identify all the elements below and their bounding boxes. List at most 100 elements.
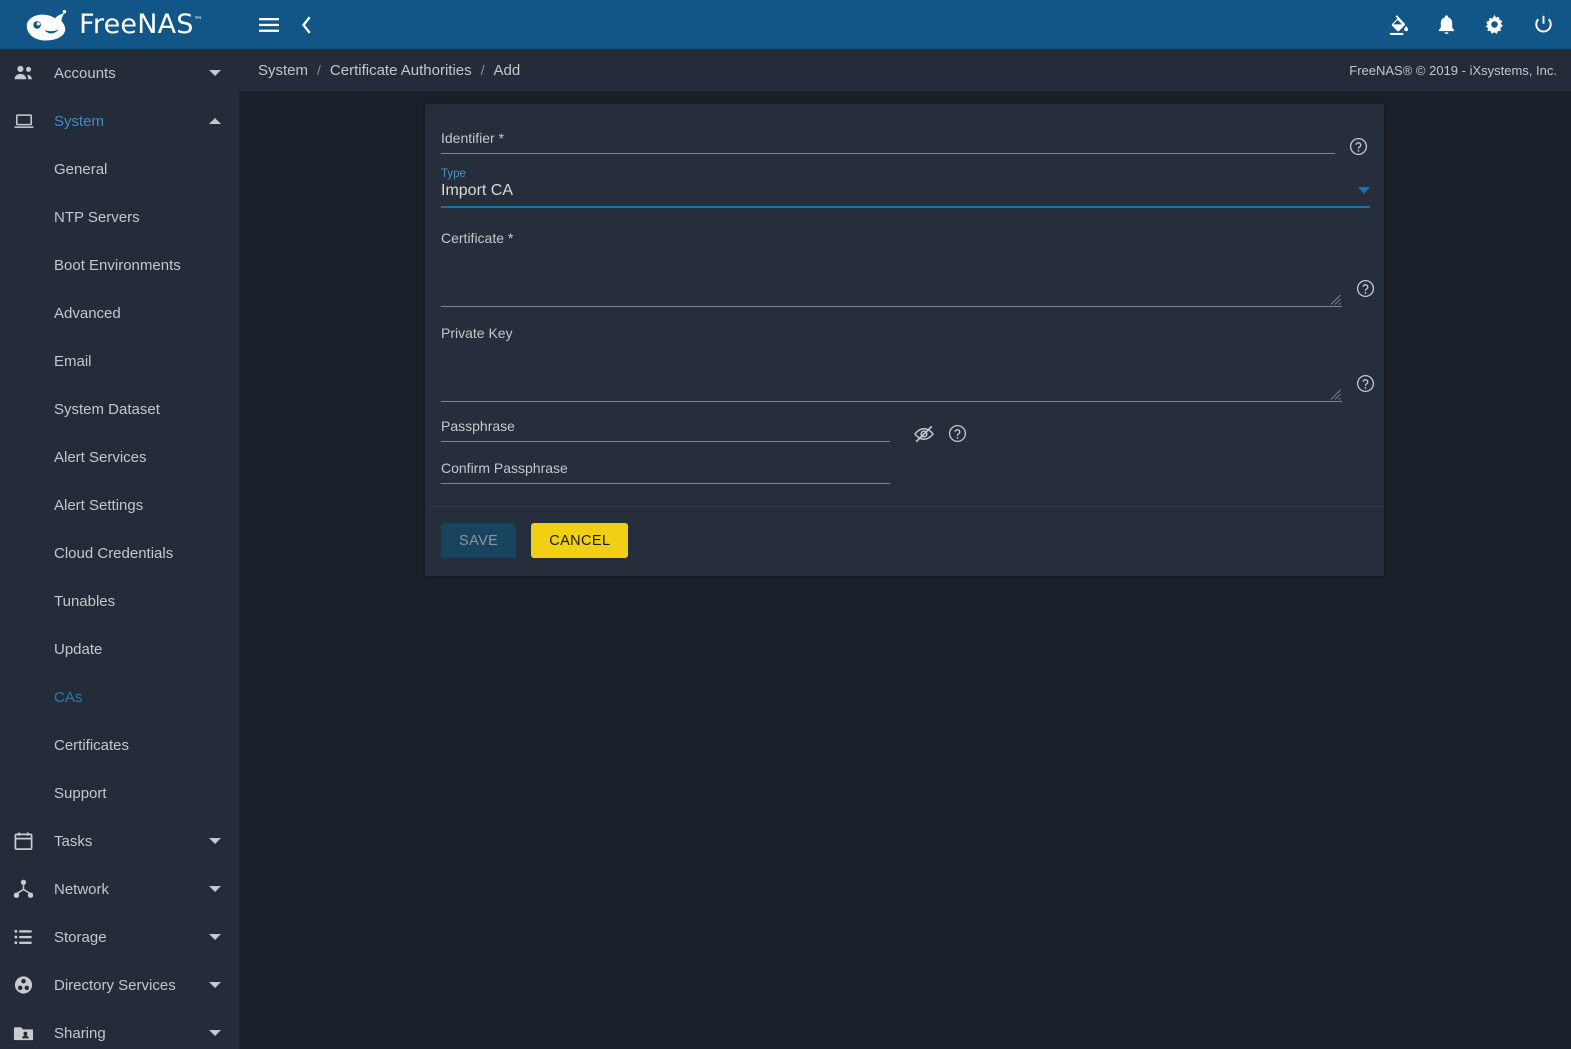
brand-header[interactable]: FreeNAS™	[0, 0, 239, 49]
sidebar-group-storage[interactable]: Storage	[0, 913, 239, 961]
type-select-field[interactable]: Type Import CA	[441, 168, 1370, 208]
private-key-label: Private Key	[441, 325, 513, 341]
power-icon[interactable]	[1533, 14, 1554, 35]
add-ca-form-card: Identifier * Type Import CA Certificate …	[425, 104, 1384, 576]
sidebar-item-advanced[interactable]: Advanced	[0, 289, 239, 337]
passphrase-label: Passphrase	[441, 418, 515, 434]
chevron-down-icon	[209, 70, 221, 76]
passphrase-input-wrapper[interactable]: Passphrase	[441, 418, 890, 442]
breadcrumb-separator: /	[317, 62, 321, 78]
sidebar-group-sharing[interactable]: Sharing	[0, 1009, 239, 1049]
chevron-down-icon	[209, 886, 221, 892]
directory-services-icon	[13, 975, 43, 995]
sidebar-item-alert-services[interactable]: Alert Services	[0, 433, 239, 481]
sidebar-group-accounts[interactable]: Accounts	[0, 49, 239, 97]
type-select-value-row[interactable]: Import CA	[441, 182, 1370, 206]
breadcrumb-bar: System / Certificate Authorities / Add F…	[239, 49, 1571, 92]
copyright-text: FreeNAS® © 2019 - iXsystems, Inc.	[1349, 62, 1557, 78]
people-icon	[13, 64, 43, 82]
breadcrumb-item-system[interactable]: System	[258, 62, 308, 79]
resize-handle-icon[interactable]	[1330, 387, 1341, 400]
form-actions: SAVE CANCEL	[425, 506, 1384, 576]
identifier-label: Identifier *	[441, 130, 505, 146]
chevron-left-icon[interactable]	[300, 15, 313, 35]
sidebar-group-directory-services[interactable]: Directory Services	[0, 961, 239, 1009]
sidebar-item-general[interactable]: General	[0, 145, 239, 193]
certificate-field-row: Certificate *	[441, 230, 1375, 307]
type-underline	[441, 206, 1370, 208]
gear-icon[interactable]	[1484, 14, 1505, 35]
sidebar-group-label: Directory Services	[54, 976, 176, 994]
private-key-input-wrapper[interactable]: Private Key	[441, 325, 1342, 402]
help-circle-icon[interactable]	[1356, 374, 1375, 393]
hamburger-menu-icon[interactable]	[258, 16, 280, 34]
identifier-underline	[441, 153, 1335, 154]
type-floating-label: Type	[441, 168, 466, 180]
resize-handle-icon[interactable]	[1330, 292, 1341, 305]
sidebar-item-label: Support	[54, 784, 107, 802]
sidebar-item-ntp-servers[interactable]: NTP Servers	[0, 193, 239, 241]
cancel-button[interactable]: CANCEL	[531, 523, 629, 558]
confirm-passphrase-underline	[441, 483, 890, 484]
sidebar-item-label: Alert Settings	[54, 496, 144, 514]
help-circle-icon[interactable]	[1349, 137, 1368, 156]
calendar-icon	[13, 831, 43, 851]
certificate-input-wrapper[interactable]: Certificate *	[441, 230, 1342, 307]
sidebar-group-network[interactable]: Network	[0, 865, 239, 913]
chevron-down-icon	[209, 1030, 221, 1036]
sidebar-nav: Accounts System General NTP Servers Boot…	[0, 49, 239, 1049]
chevron-up-icon	[209, 118, 221, 124]
confirm-passphrase-input-wrapper[interactable]: Confirm Passphrase	[441, 460, 890, 484]
sidebar-group-tasks[interactable]: Tasks	[0, 817, 239, 865]
sidebar-item-label: General	[54, 160, 108, 178]
sidebar-item-cloud-credentials[interactable]: Cloud Credentials	[0, 529, 239, 577]
sidebar-item-update[interactable]: Update	[0, 625, 239, 673]
private-key-textarea[interactable]	[441, 348, 1342, 401]
brand-trademark: ™	[193, 16, 203, 26]
sidebar-item-label: Tunables	[54, 592, 116, 610]
sidebar-item-alert-settings[interactable]: Alert Settings	[0, 481, 239, 529]
theme-paint-bucket-icon[interactable]	[1388, 14, 1409, 36]
sidebar-item-email[interactable]: Email	[0, 337, 239, 385]
sidebar-item-boot-environments[interactable]: Boot Environments	[0, 241, 239, 289]
help-circle-icon[interactable]	[1356, 279, 1375, 298]
sidebar-item-label: Cloud Credentials	[54, 544, 174, 562]
sidebar-item-cas[interactable]: CAs	[0, 673, 239, 721]
sidebar-item-label: Advanced	[54, 304, 121, 322]
topbar-left-actions	[258, 15, 313, 35]
bell-icon[interactable]	[1437, 14, 1456, 36]
sidebar-item-label: Update	[54, 640, 103, 658]
breadcrumb-item-certificate-authorities[interactable]: Certificate Authorities	[330, 62, 472, 79]
brand-name-text: FreeNAS	[79, 9, 194, 40]
eye-off-icon[interactable]	[913, 424, 935, 443]
laptop-icon	[13, 112, 43, 130]
sharing-folder-icon	[13, 1023, 43, 1043]
breadcrumb: System / Certificate Authorities / Add	[258, 62, 520, 79]
certificate-textarea[interactable]	[441, 253, 1342, 306]
sidebar-item-label: CAs	[54, 688, 83, 706]
sidebar-group-label: Sharing	[54, 1024, 106, 1042]
certificate-label: Certificate *	[441, 230, 514, 246]
identifier-input-wrapper[interactable]: Identifier *	[441, 130, 1335, 154]
freenas-app-window: FreeNAS™ Accounts System General NTP Ser…	[0, 0, 1571, 1049]
save-button[interactable]: SAVE	[441, 523, 517, 558]
sidebar-item-label: Alert Services	[54, 448, 147, 466]
sidebar-group-system[interactable]: System	[0, 97, 239, 145]
sidebar-item-support[interactable]: Support	[0, 769, 239, 817]
sidebar-item-tunables[interactable]: Tunables	[0, 577, 239, 625]
content-area: Identifier * Type Import CA Certificate …	[239, 92, 1571, 1049]
sidebar-group-label: Accounts	[54, 64, 116, 82]
chevron-down-icon[interactable]	[1358, 187, 1370, 194]
sidebar-item-certificates[interactable]: Certificates	[0, 721, 239, 769]
sidebar-group-label: Tasks	[54, 832, 93, 850]
help-circle-icon[interactable]	[948, 424, 967, 443]
sidebar-group-label: Storage	[54, 928, 107, 946]
sidebar-item-label: Email	[54, 352, 92, 370]
freenas-fish-logo-icon	[22, 8, 70, 42]
brand-name: FreeNAS™	[79, 9, 203, 40]
sidebar-item-system-dataset[interactable]: System Dataset	[0, 385, 239, 433]
certificate-underline	[441, 306, 1342, 307]
confirm-passphrase-field-row: Confirm Passphrase	[441, 460, 1368, 484]
breadcrumb-item-add: Add	[493, 61, 521, 79]
topbar-right-actions	[1388, 14, 1554, 36]
